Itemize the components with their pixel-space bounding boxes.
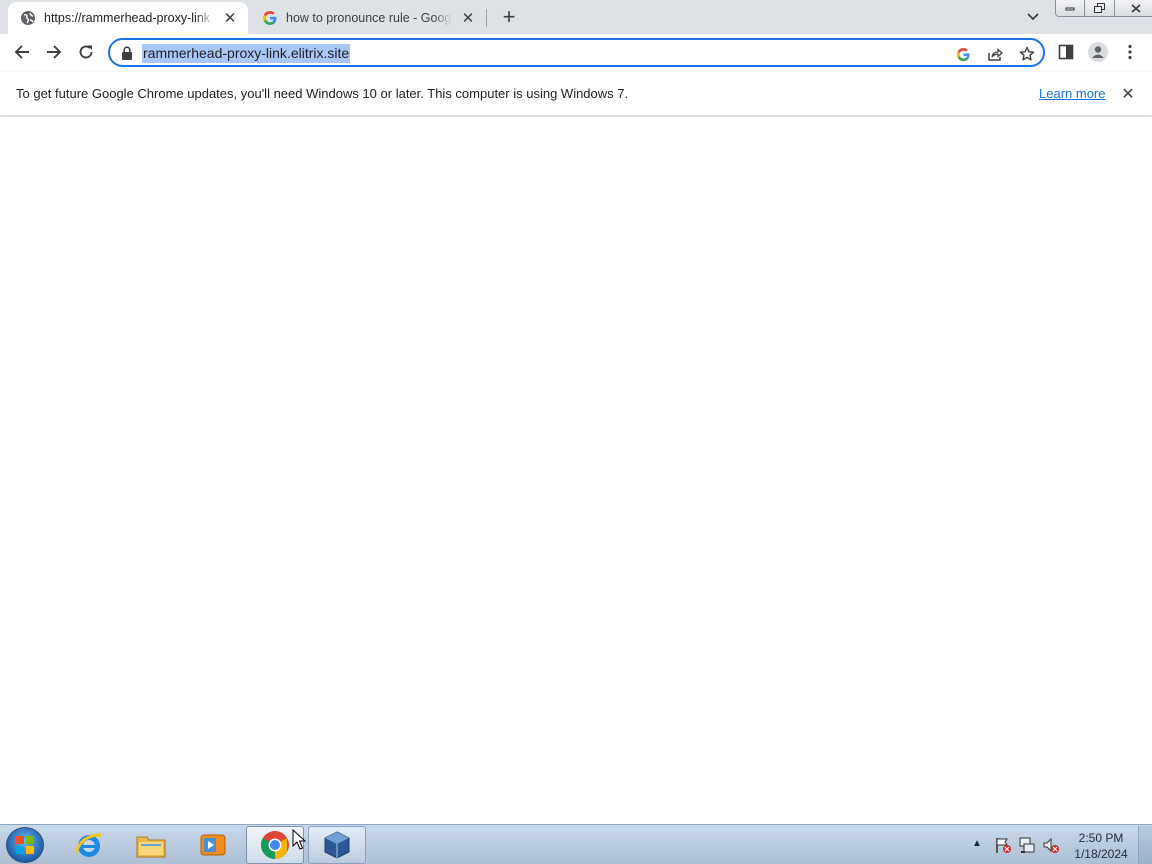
infobar-message: To get future Google Chrome updates, you…: [16, 86, 629, 101]
forward-arrow-icon[interactable]: [40, 38, 68, 66]
minimize-button[interactable]: [1055, 0, 1085, 17]
page-content[interactable]: [0, 117, 1152, 824]
show-desktop-button[interactable]: [1138, 826, 1152, 864]
update-infobar: To get future Google Chrome updates, you…: [0, 72, 1152, 116]
action-center-flag-icon[interactable]: [994, 836, 1012, 854]
clock-time: 2:50 PM: [1078, 831, 1124, 845]
window-controls: [1055, 0, 1152, 18]
tab-strip: https://rammerhead-proxy-link.elitrix.si…: [0, 0, 1152, 34]
taskbar: ▲ 2:50 PM 1/18/2024: [0, 824, 1152, 864]
reload-icon[interactable]: [72, 38, 100, 66]
tab-proxy[interactable]: https://rammerhead-proxy-link.elitrix.si…: [8, 2, 248, 34]
internet-explorer-icon[interactable]: [60, 826, 118, 864]
show-hidden-icons-icon[interactable]: ▲: [972, 838, 982, 849]
volume-muted-icon[interactable]: [1042, 836, 1060, 854]
lock-icon[interactable]: [120, 45, 134, 61]
tab-close-icon[interactable]: ✕: [458, 8, 478, 28]
bookmark-star-icon[interactable]: [1016, 43, 1038, 65]
close-window-button[interactable]: [1115, 0, 1152, 17]
share-icon[interactable]: [984, 43, 1006, 65]
google-g-icon: [262, 10, 278, 26]
profile-avatar-icon[interactable]: [1084, 38, 1112, 66]
globe-icon: [20, 10, 36, 26]
google-lens-g-icon[interactable]: [952, 43, 974, 65]
learn-more-link[interactable]: Learn more: [1039, 86, 1105, 101]
tab-separator: [486, 9, 487, 27]
back-arrow-icon[interactable]: [8, 38, 36, 66]
tab-search-chevron-icon[interactable]: [1021, 6, 1045, 28]
tab-google-search[interactable]: how to pronounce rule - Google Search ✕: [250, 2, 486, 34]
menu-kebab-icon[interactable]: [1116, 38, 1144, 66]
browser-toolbar: rammerhead-proxy-link.elitrix.site: [0, 34, 1152, 72]
infobar-close-icon[interactable]: ✕: [1118, 84, 1138, 104]
tab-close-icon[interactable]: ✕: [220, 8, 240, 28]
virtualbox-icon[interactable]: [308, 826, 366, 864]
tab-title: how to pronounce rule - Google Search: [286, 11, 452, 25]
start-button[interactable]: [6, 827, 44, 863]
system-clock[interactable]: 2:50 PM 1/18/2024: [1068, 830, 1134, 862]
clock-date: 1/18/2024: [1074, 847, 1128, 861]
restore-button[interactable]: [1085, 0, 1115, 17]
mouse-cursor-icon: [292, 829, 306, 850]
media-player-icon[interactable]: [184, 826, 242, 864]
tab-title: https://rammerhead-proxy-link.elitrix.si…: [44, 11, 214, 25]
file-explorer-icon[interactable]: [122, 826, 180, 864]
screen: https://rammerhead-proxy-link.elitrix.si…: [0, 0, 1152, 864]
address-bar[interactable]: rammerhead-proxy-link.elitrix.site: [108, 38, 1045, 67]
new-tab-button[interactable]: +: [496, 4, 522, 29]
side-panel-icon[interactable]: [1052, 38, 1080, 66]
network-icon[interactable]: [1018, 836, 1036, 854]
url-text[interactable]: rammerhead-proxy-link.elitrix.site: [142, 44, 351, 63]
